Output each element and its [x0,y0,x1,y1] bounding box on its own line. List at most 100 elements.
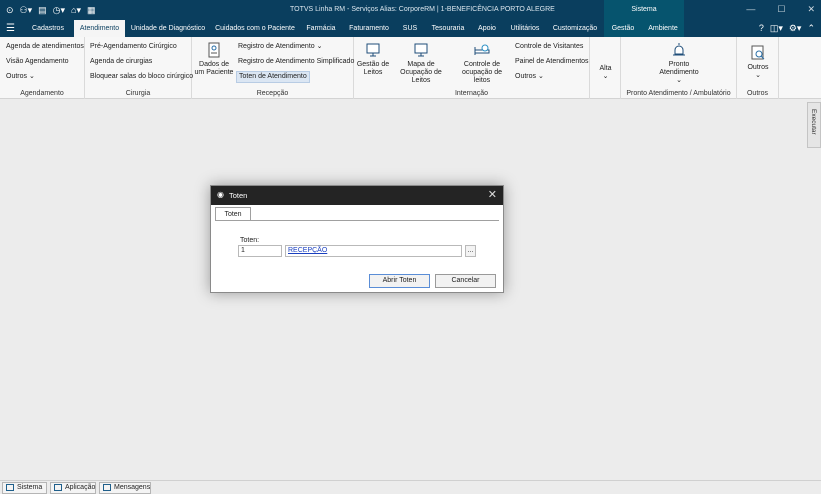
grid-icon[interactable]: ▦ [87,3,96,17]
status-sistema-button[interactable]: Sistema [2,482,47,494]
tab-ambiente[interactable]: Ambiente [642,20,684,37]
settings-icon[interactable]: ⚙▾ [789,23,802,34]
tab-unidade-diagnostico[interactable]: Unidade de Diagnóstico [128,20,208,37]
outros-button[interactable]: Outros ⌄ [742,45,774,80]
chevron-down-icon: ⌄ [755,72,761,79]
controle-visitantes-item[interactable]: Controle de Visitantes [515,42,583,52]
minimize-icon[interactable]: — [746,4,755,15]
group-outros: Outros ⌄ Outros [737,37,779,99]
status-sistema-label: Sistema [17,484,43,491]
status-aplicacao-label: Aplicação [65,484,96,491]
lookup-button[interactable]: ... [465,245,476,257]
tab-customizacao[interactable]: Customização [550,20,600,37]
group-agendamento: Agenda de atendimentos Visão Agendamento… [0,37,85,99]
pre-agendamento-item[interactable]: Pré-Agendamento Cirúrgico [90,42,177,52]
chevron-down-icon: ⌄ [537,73,544,80]
mapa-ocupacao-button[interactable]: Mapa de Ocupação de Leitos [392,42,450,85]
status-mensagens-label: Mensagens [114,484,151,491]
ribbon-body: Agenda de atendimentos Visão Agendamento… [0,37,821,99]
outros-label: Outros [747,64,769,71]
outros-internacao-item[interactable]: Outros ⌄ [515,72,544,82]
status-aplicacao-button[interactable]: Aplicação [50,482,96,494]
pronto-atendimento-button[interactable]: Pronto Atendimento ⌄ [657,42,701,85]
visao-agendamento-item[interactable]: Visão Agendamento [6,57,69,67]
group-pronto-atendimento: Pronto Atendimento ⌄ Pronto Atendimento … [621,37,737,99]
executar-side-panel[interactable]: Executar [807,102,821,148]
agenda-atendimentos-item[interactable]: Agenda de atendimentos [6,42,84,52]
tab-divider [215,220,499,221]
close-icon[interactable]: ✕ [488,188,497,201]
dados-paciente-label: Dados de um Paciente [194,61,234,76]
tab-cuidados-paciente[interactable]: Cuidados com o Paciente [212,20,298,37]
group-title: Recepção [256,90,289,97]
group-title: Cirurgia [125,90,151,97]
painel-atendimentos-item[interactable]: Painel de Atendimentos [515,57,589,67]
pronto-atendimento-label: Pronto Atendimento [659,61,699,76]
registro-simplificado-item[interactable]: Registro de Atendimento Simplificado [238,57,354,67]
collapse-ribbon-icon[interactable]: ⌃ [807,23,815,34]
toten-atendimento-item[interactable]: Toten de Atendimento [236,71,310,83]
status-mensagens-button[interactable]: Mensagens [99,482,151,494]
tab-faturamento[interactable]: Faturamento [344,20,394,37]
app-title: TOTVS Linha RM - Serviços Alias: Corpore… [290,6,555,13]
group-title: Outros [746,90,768,97]
cancel-button[interactable]: Cancelar [435,274,496,288]
outros-agendamento-item[interactable]: Outros ⌄ [6,72,35,82]
tab-utilitarios[interactable]: Utilitários [504,20,546,37]
tab-farmacia[interactable]: Farmácia [302,20,340,37]
close-icon[interactable]: ✕ [807,4,815,15]
window-layout-icon[interactable]: ◫▾ [770,23,783,34]
maximize-icon[interactable]: ☐ [777,4,785,15]
monitor-icon [414,43,428,57]
calendar-icon[interactable]: ▤ [38,3,47,17]
group-title: Pronto Atendimento / Ambulatório [626,90,731,97]
group-cirurgia: Pré-Agendamento Cirúrgico Agenda de ciru… [85,37,193,99]
controle-ocupacao-button[interactable]: Controle de ocupação de leitos [453,42,511,85]
toten-code-input[interactable]: 1 [238,245,282,257]
search-document-icon [751,45,765,60]
agenda-cirurgias-item[interactable]: Agenda de cirurgias [90,57,152,67]
chevron-down-icon: ⌄ [602,73,609,80]
dialog-title-bar: ◉ Toten ✕ [211,186,503,205]
tab-gestao[interactable]: Gestão [604,20,642,37]
bloquear-salas-item[interactable]: Bloquear salas do bloco cirúrgico [90,72,193,82]
outros-label: Outros [6,73,28,80]
chevron-down-icon: ⌄ [676,77,682,84]
app-menu-icon[interactable]: ☰ [6,23,17,34]
toten-field-label: Toten: [240,237,260,244]
ribbon-tabs: ☰ Cadastros Atendimento Unidade de Diagn… [0,20,821,37]
group-recepcao: Dados de um Paciente Registro de Atendim… [192,37,354,99]
registro-atendimento-item[interactable]: Registro de Atendimento ⌄ [238,42,323,52]
home-dropdown-icon[interactable]: ⌂▾ [71,3,81,17]
context-caption: Sistema [604,0,684,20]
tab-toten[interactable]: Toten [215,207,251,221]
tab-apoio[interactable]: Apoio [474,20,500,37]
tab-cadastros[interactable]: Cadastros [25,20,71,37]
abrir-toten-button[interactable]: Abrir Toten [369,274,430,288]
group-internacao: Gestão de Leitos Mapa de Ocupação de Lei… [354,37,590,99]
gestao-leitos-button[interactable]: Gestão de Leitos [356,42,390,77]
toten-description-link[interactable]: RECEPÇÃO [285,245,462,257]
monitor-icon [366,43,380,57]
status-bar: Sistema Aplicação Mensagens [0,480,821,494]
window-controls: — ☐ ✕ [746,4,815,15]
group-title: Agendamento [20,90,64,97]
tab-sus[interactable]: SUS [398,20,422,37]
tab-atendimento[interactable]: Atendimento [74,20,125,37]
mapa-ocupacao-label: Mapa de Ocupação de Leitos [400,61,442,84]
totvs-logo-icon[interactable]: ⊙ [6,3,14,17]
alta-button[interactable]: Alta ⌄ [592,65,619,81]
gestao-leitos-label: Gestão de Leitos [356,61,390,76]
bed-icon [474,44,490,55]
quick-access-toolbar: ⊙ ⚇▾ ▤ ◷▾ ⌂▾ ▦ [6,3,96,17]
chevron-down-icon: ⌄ [28,73,35,80]
tab-tesouraria[interactable]: Tesouraria [426,20,470,37]
dados-paciente-button[interactable]: Dados de um Paciente [194,42,234,77]
registro-label: Registro de Atendimento [238,43,315,50]
dialog-title: Toten [229,191,248,200]
clock-dropdown-icon[interactable]: ◷▾ [53,3,65,17]
controle-ocupacao-label: Controle de ocupação de leitos [461,61,503,84]
users-dropdown-icon[interactable]: ⚇▾ [20,3,33,17]
help-icon[interactable]: ? [759,23,764,34]
app-logo-icon: ◉ [217,190,224,199]
